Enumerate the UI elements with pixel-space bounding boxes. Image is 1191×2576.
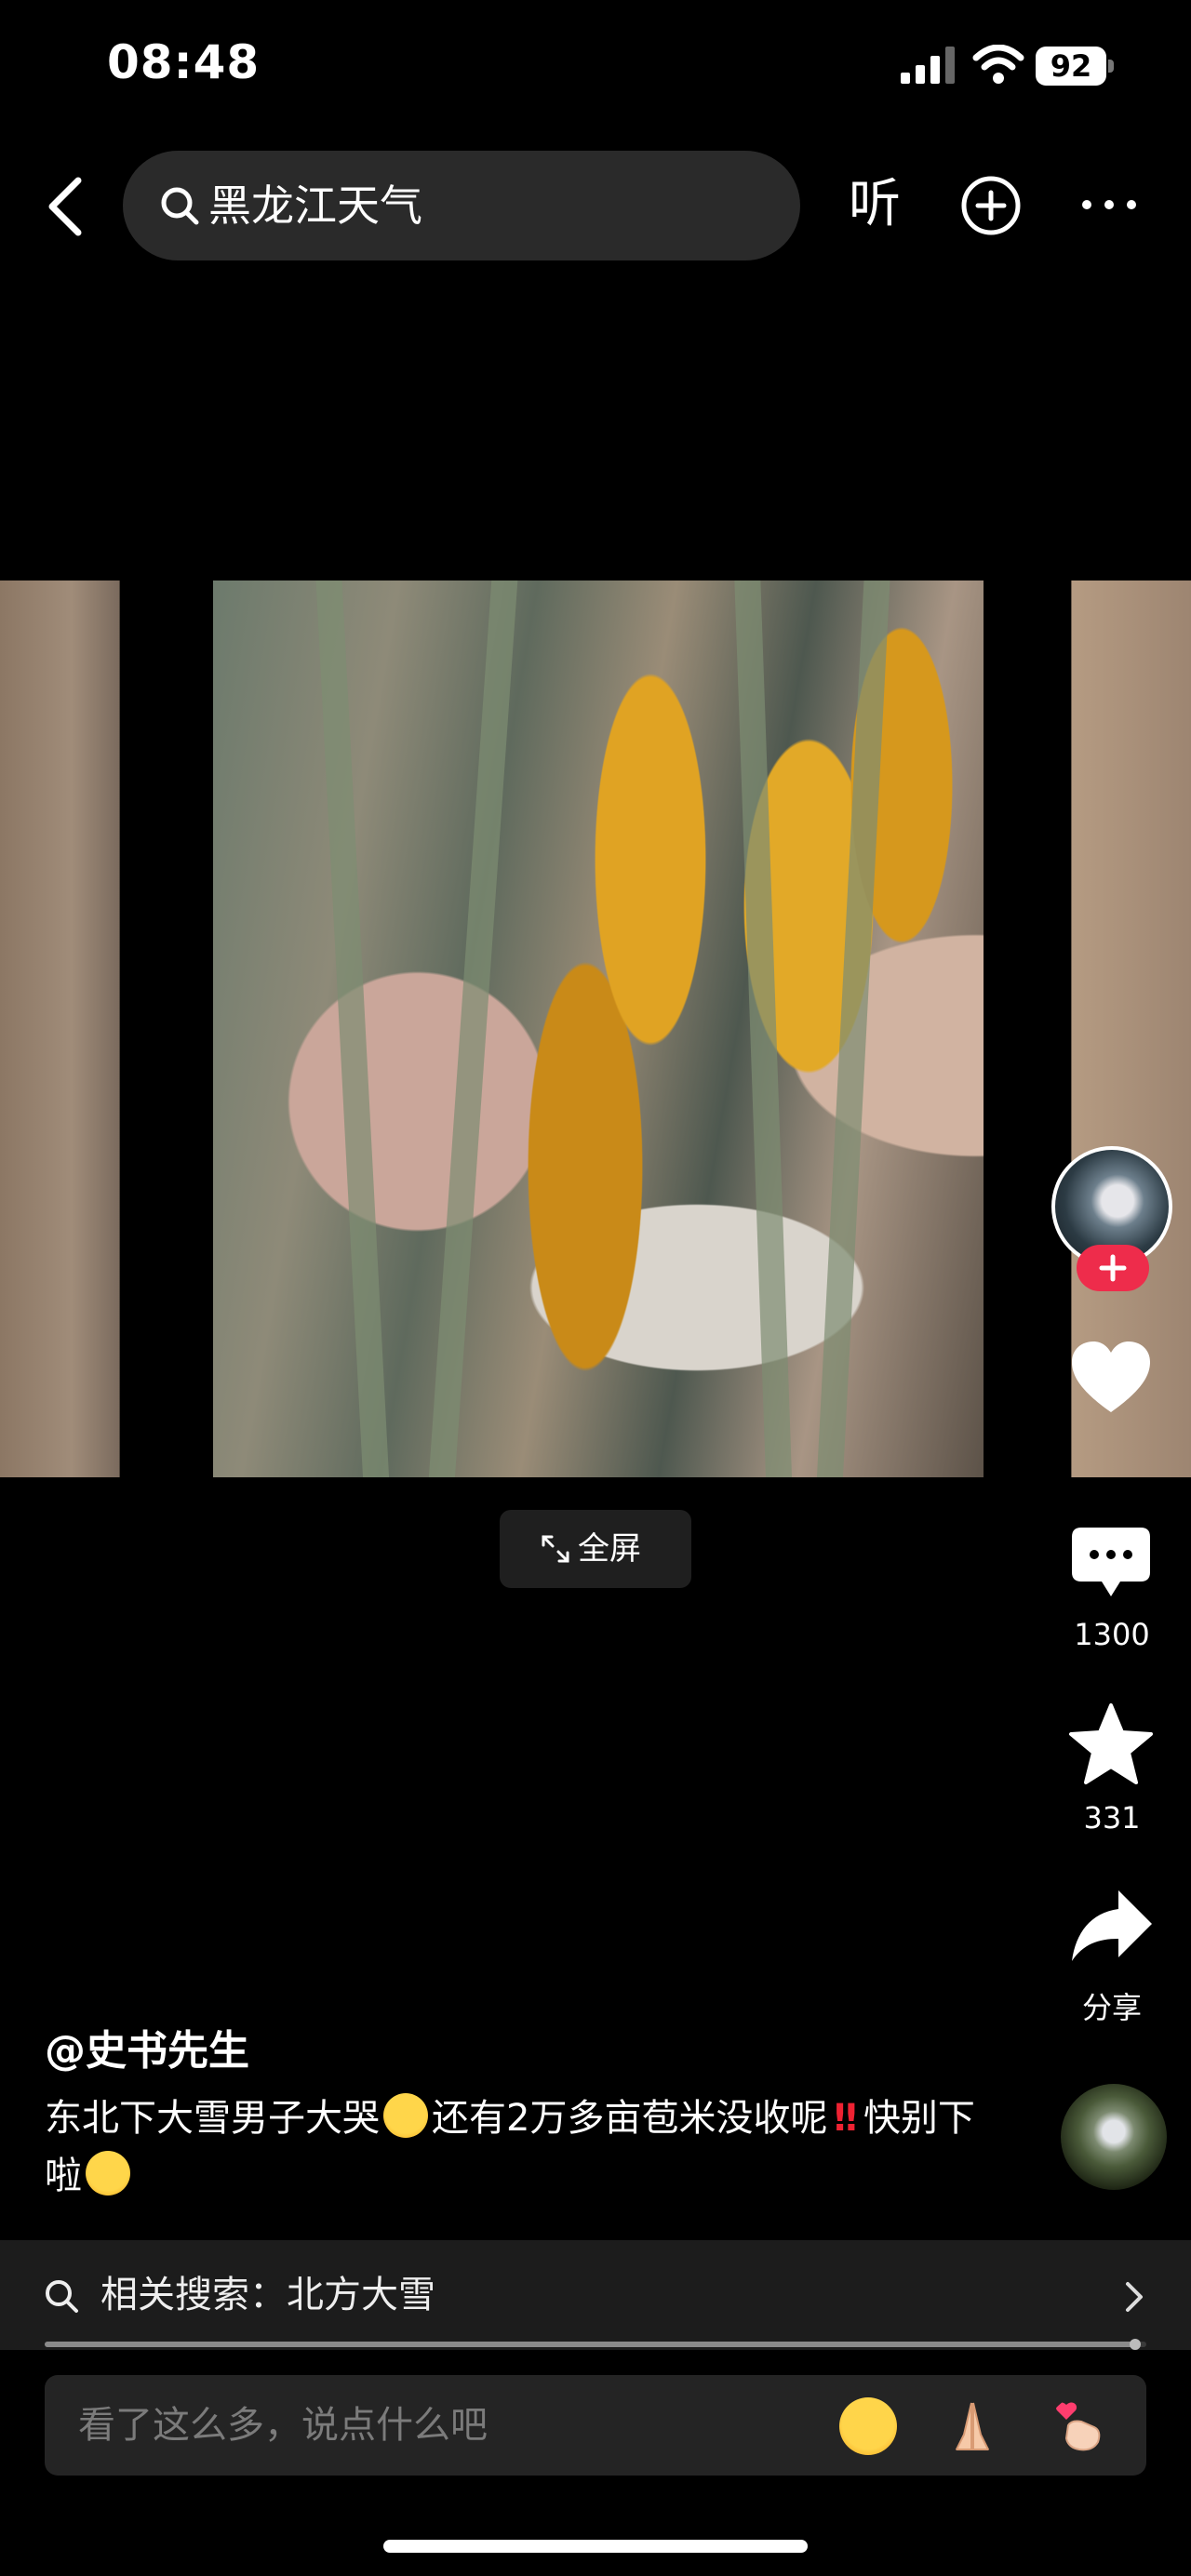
chevron-right-icon: [1126, 2282, 1143, 2312]
finger-heart-emoji-button[interactable]: [1050, 2397, 1107, 2455]
search-bar[interactable]: 黑龙江天气: [123, 151, 800, 260]
video-progress-fill: [45, 2342, 1136, 2347]
comment-count: 1300: [1074, 1617, 1150, 1652]
favorite-star-icon[interactable]: [1068, 1702, 1154, 1786]
cellular-signal-icon: [901, 47, 955, 84]
more-options-icon[interactable]: [1079, 195, 1139, 214]
back-button[interactable]: [37, 173, 93, 240]
fullscreen-button[interactable]: 全屏: [500, 1510, 691, 1588]
listen-button[interactable]: 听: [849, 167, 901, 242]
like-heart-icon[interactable]: [1070, 1340, 1152, 1416]
share-label: 分享: [1081, 1990, 1142, 2025]
double-exclamation-emoji: !!: [831, 2097, 860, 2140]
related-search-bar[interactable]: 相关搜索：北方大雪: [0, 2240, 1191, 2350]
plus-icon: [1099, 1254, 1127, 1282]
follow-button[interactable]: [1077, 1245, 1149, 1291]
caption-text-1: 东北下大雪男子大哭: [45, 2097, 380, 2140]
comment-input[interactable]: 看了这么多，说点什么吧: [45, 2375, 1146, 2476]
music-disc-avatar[interactable]: [1061, 2084, 1167, 2190]
home-indicator[interactable]: [383, 2540, 808, 2553]
video-thumbnail-corn-in-snow: [213, 581, 984, 1477]
add-circle-icon[interactable]: [960, 175, 1022, 236]
crying-face-emoji: [383, 2093, 428, 2138]
video-progress-bar[interactable]: [45, 2339, 1146, 2350]
wifi-icon: [972, 45, 1024, 84]
caption-text-2: 还有2万多亩苞米没收呢: [432, 2097, 828, 2140]
praying-hands-emoji-button[interactable]: [943, 2397, 1001, 2455]
share-arrow-icon[interactable]: [1070, 1887, 1154, 1965]
video-player[interactable]: [0, 581, 1191, 1477]
comment-bubble-icon[interactable]: [1070, 1526, 1152, 1600]
comment-placeholder: 看了这么多，说点什么吧: [78, 2404, 488, 2447]
video-caption: 东北下大雪男子大哭 还有2万多亩苞米没收呢!! 快别下啦: [45, 2089, 1003, 2205]
laughing-face-emoji-button[interactable]: [839, 2397, 897, 2455]
tired-face-emoji: [86, 2151, 130, 2196]
battery-nub: [1108, 60, 1114, 73]
battery-level: 92: [1036, 47, 1106, 86]
fullscreen-label: 全屏: [578, 1530, 641, 1568]
search-icon: [161, 187, 199, 225]
search-query: 黑龙江天气: [208, 180, 422, 231]
author-name[interactable]: @史书先生: [45, 2017, 249, 2076]
status-bar: 08:48 92: [0, 0, 1191, 135]
clock: 08:48: [107, 35, 261, 89]
battery-indicator: 92: [1036, 47, 1114, 86]
favorite-count: 331: [1083, 1800, 1141, 1835]
related-search-label: 相关搜索：北方大雪: [100, 2274, 435, 2316]
expand-icon: [542, 1535, 569, 1563]
search-icon: [46, 2280, 78, 2313]
